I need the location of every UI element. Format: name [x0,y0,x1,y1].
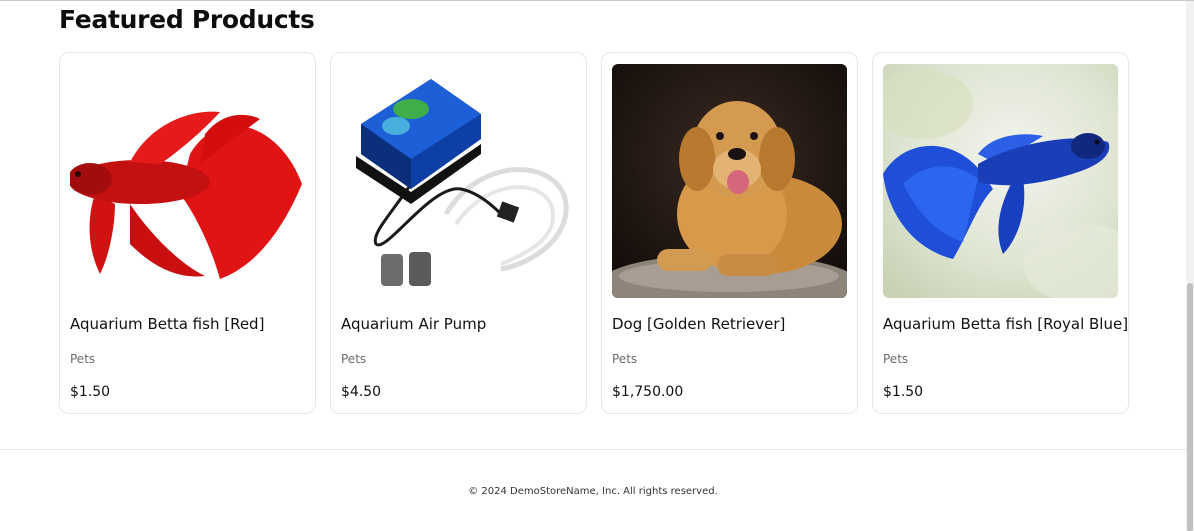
product-image-air-pump[interactable] [341,64,576,298]
product-category: Pets [70,352,96,366]
vertical-scrollbar[interactable] [1186,1,1194,531]
product-name[interactable]: Aquarium Betta fish [Royal Blue] [883,315,1128,333]
product-name[interactable]: Aquarium Betta fish [Red] [70,315,264,333]
product-image-red-betta-fish[interactable] [70,64,305,298]
product-category: Pets [883,352,909,366]
page: Featured Products Aquarium Betta fish [R… [0,0,1194,531]
product-category: Pets [612,352,638,366]
product-category: Pets [341,352,367,366]
product-card[interactable]: Aquarium Betta fish [Royal Blue] Pets $1… [872,52,1129,414]
product-card[interactable]: Aquarium Air Pump Pets $4.50 [330,52,587,414]
scrollbar-thumb[interactable] [1187,283,1193,531]
product-card[interactable]: Aquarium Betta fish [Red] Pets $1.50 [59,52,316,414]
product-price: $1.50 [883,384,924,400]
product-grid: Aquarium Betta fish [Red] Pets $1.50 Aqu… [59,52,1129,414]
product-name[interactable]: Dog [Golden Retriever] [612,315,785,333]
footer-divider [0,449,1186,450]
product-image-royal-blue-betta-fish[interactable] [883,64,1118,298]
main-content: Featured Products Aquarium Betta fish [R… [0,1,1186,531]
product-price: $1,750.00 [612,384,684,400]
product-card[interactable]: Dog [Golden Retriever] Pets $1,750.00 [601,52,858,414]
product-price: $4.50 [341,384,382,400]
product-image-golden-retriever[interactable] [612,64,847,298]
footer-copyright: © 2024 DemoStoreName, Inc. All rights re… [468,486,718,497]
product-price: $1.50 [70,384,111,400]
product-name[interactable]: Aquarium Air Pump [341,315,486,333]
section-title: Featured Products [59,5,315,34]
